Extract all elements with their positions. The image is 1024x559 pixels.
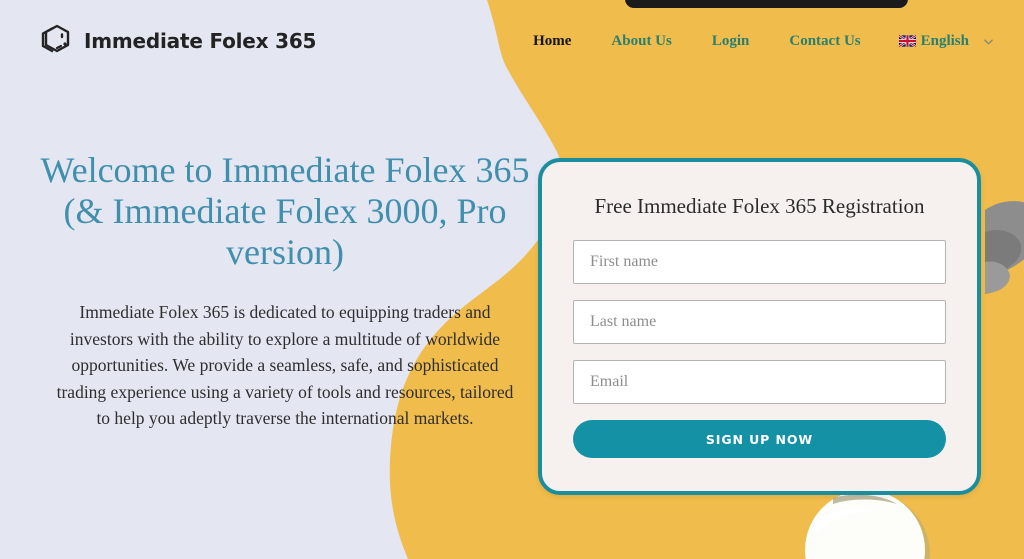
nav-item-about-us[interactable]: About Us bbox=[591, 31, 691, 51]
first-name-input[interactable] bbox=[573, 240, 946, 284]
email-input[interactable] bbox=[573, 360, 946, 404]
chevron-down-icon bbox=[984, 38, 993, 44]
registration-title: Free Immediate Folex 365 Registration bbox=[594, 194, 925, 218]
nav-item-home[interactable]: Home bbox=[513, 31, 591, 51]
page-title: Welcome to Immediate Folex 365 (& Immedi… bbox=[40, 150, 530, 272]
language-switcher[interactable]: English bbox=[881, 33, 1000, 50]
white-sphere-illustration bbox=[805, 492, 930, 559]
hero-section: Welcome to Immediate Folex 365 (& Immedi… bbox=[40, 150, 530, 432]
last-name-input[interactable] bbox=[573, 300, 946, 344]
nav-item-login[interactable]: Login bbox=[692, 31, 770, 51]
sign-up-now-button[interactable]: SIGN UP NOW bbox=[573, 420, 946, 458]
site-header: Immediate Folex 365 Home About Us Login … bbox=[0, 0, 1024, 88]
nav-item-contact-us[interactable]: Contact Us bbox=[769, 31, 880, 51]
uk-flag-icon bbox=[898, 35, 916, 47]
brand-logo-area[interactable]: Immediate Folex 365 bbox=[40, 24, 316, 58]
hexagon-layers-icon bbox=[41, 24, 70, 53]
hero-description: Immediate Folex 365 is dedicated to equi… bbox=[56, 302, 514, 428]
brand-name: Immediate Folex 365 bbox=[84, 29, 317, 53]
grey-hand-illustration bbox=[985, 201, 1024, 294]
main-navigation: Home About Us Login Contact Us English bbox=[513, 31, 1000, 51]
top-notification-bar[interactable] bbox=[625, 0, 908, 8]
page-stage: Immediate Folex 365 Home About Us Login … bbox=[0, 0, 1024, 559]
registration-card: Free Immediate Folex 365 Registration SI… bbox=[538, 158, 981, 495]
registration-form: SIGN UP NOW bbox=[573, 240, 946, 458]
language-label: English bbox=[920, 32, 969, 49]
